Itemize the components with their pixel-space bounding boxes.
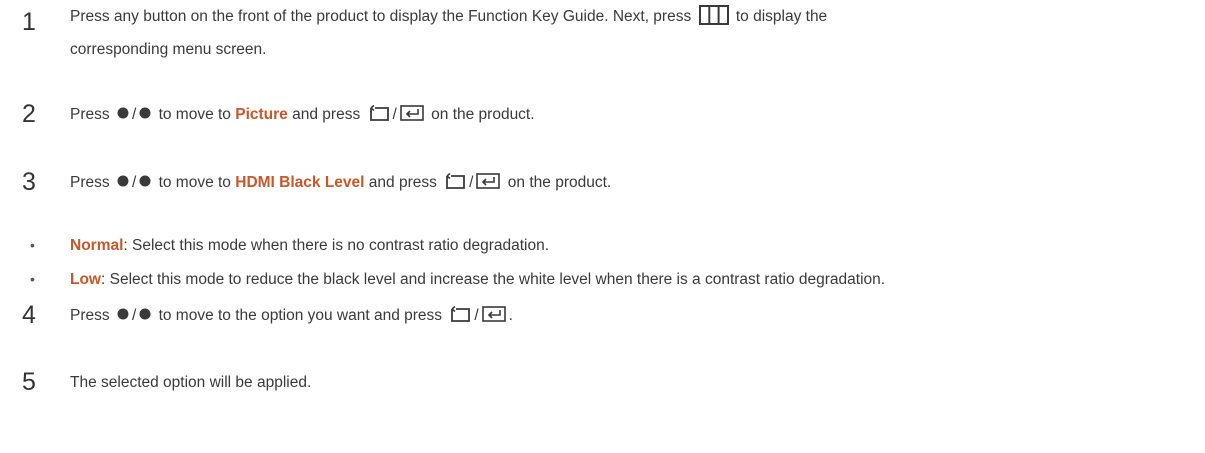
nav-dot-icon bbox=[117, 308, 129, 320]
separator: / bbox=[474, 307, 479, 324]
step-number: 3 bbox=[22, 168, 36, 196]
step-text-part: Press any button on the front of the pro… bbox=[70, 8, 692, 25]
step-text-part: corresponding menu screen. bbox=[70, 41, 267, 58]
highlight-term: HDMI Black Level bbox=[235, 174, 365, 191]
step-text: Press / to move to the option you want a… bbox=[70, 299, 1195, 332]
separator: / bbox=[131, 307, 137, 324]
bullet-marker: • bbox=[30, 271, 35, 287]
separator: / bbox=[131, 106, 137, 123]
return-icon bbox=[446, 172, 466, 189]
step-text-part: to move to bbox=[158, 174, 231, 191]
step-number: 1 bbox=[22, 8, 36, 36]
return-icon bbox=[451, 305, 471, 322]
step-text-part: on the product. bbox=[507, 174, 612, 191]
step-text-part: Press bbox=[70, 174, 110, 191]
bullet-text: Normal: Select this mode when there is n… bbox=[70, 229, 549, 262]
step-text-part: to move to the option you want and press bbox=[158, 307, 443, 324]
bullet-description: : Select this mode when there is no cont… bbox=[123, 237, 550, 254]
return-icon bbox=[369, 104, 389, 121]
enter-icon bbox=[476, 173, 501, 189]
highlight-term: Low bbox=[70, 271, 101, 288]
step-text-part: to move to bbox=[158, 106, 231, 123]
step-number: 5 bbox=[22, 368, 36, 396]
step-number: 4 bbox=[22, 301, 36, 329]
step-text-part: on the product. bbox=[431, 106, 535, 123]
nav-dot-icon bbox=[139, 175, 151, 187]
step-text: Press any button on the front of the pro… bbox=[70, 0, 1195, 66]
step-text: Press / to move to HDMI Black Level and … bbox=[70, 166, 1195, 199]
step-text-part: The selected option will be applied. bbox=[70, 374, 312, 391]
step-number: 2 bbox=[22, 100, 36, 128]
nav-dot-icon bbox=[139, 308, 151, 320]
step-text-part: Press bbox=[70, 307, 110, 324]
step-text: Press / to move to Picture and press / o… bbox=[70, 98, 1195, 131]
step-text-part: to display the bbox=[735, 8, 828, 25]
nav-dot-icon bbox=[117, 175, 129, 187]
bullet-marker: • bbox=[30, 237, 35, 253]
enter-icon bbox=[400, 105, 424, 121]
step-text: The selected option will be applied. bbox=[70, 366, 1195, 399]
step-text-part: Press bbox=[70, 106, 110, 123]
bullet-text: Low: Select this mode to reduce the blac… bbox=[70, 263, 885, 296]
menu-grid-icon bbox=[698, 4, 729, 25]
separator: / bbox=[469, 174, 474, 191]
bullet-description: : Select this mode to reduce the black l… bbox=[101, 271, 886, 288]
separator: / bbox=[131, 174, 137, 191]
highlight-term: Picture bbox=[235, 106, 288, 123]
step-text-part: and press bbox=[292, 106, 361, 123]
step-text-part: and press bbox=[368, 174, 437, 191]
separator: / bbox=[392, 106, 397, 123]
nav-dot-icon bbox=[117, 107, 129, 119]
highlight-term: Normal bbox=[70, 237, 124, 254]
step-text-part: . bbox=[508, 307, 513, 324]
enter-icon bbox=[481, 306, 506, 322]
nav-dot-icon bbox=[139, 107, 151, 119]
